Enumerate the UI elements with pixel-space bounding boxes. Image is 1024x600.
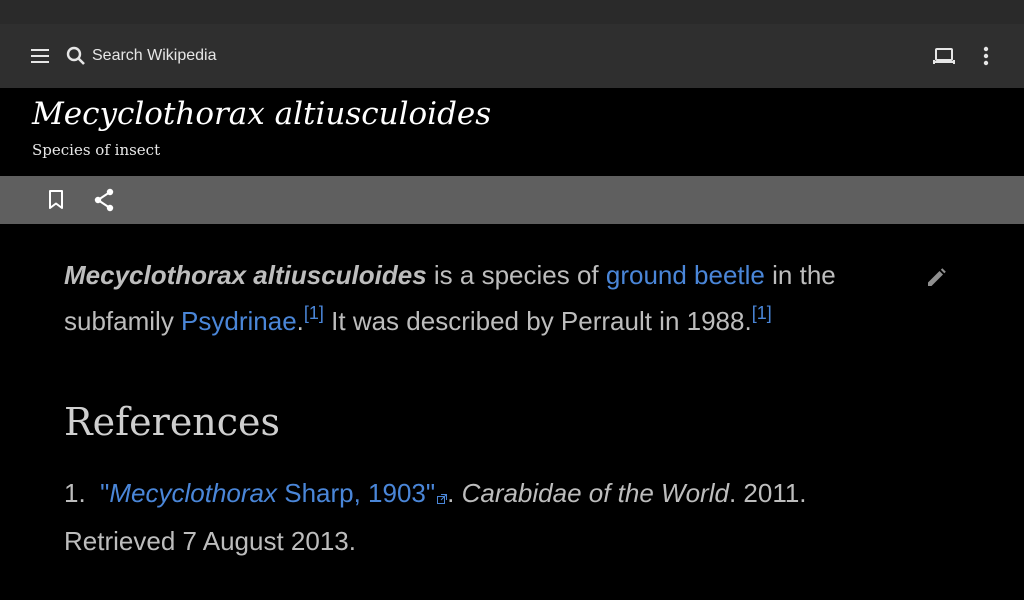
title-block: Mecyclothorax altiusculoides Species of … (0, 88, 1024, 176)
app-bar: Search Wikipedia (0, 24, 1024, 88)
page-subtitle: Species of insect (32, 141, 161, 159)
external-link-icon (437, 472, 448, 518)
menu-icon[interactable] (26, 42, 54, 70)
citation-1[interactable]: [1] (304, 303, 324, 323)
reference-number: 1. (64, 478, 86, 508)
link-ground-beetle[interactable]: ground beetle (606, 260, 765, 290)
edit-pencil-icon[interactable] (922, 264, 950, 292)
bookmark-icon[interactable] (42, 186, 70, 214)
citation-1-second[interactable]: [1] (752, 303, 772, 323)
share-icon[interactable] (90, 186, 118, 214)
link-psydrinae[interactable]: Psydrinae (181, 306, 297, 336)
page-title: Mecyclothorax altiusculoides (32, 96, 492, 132)
reference-link[interactable]: "Mecyclothorax Sharp, 1903" (100, 478, 435, 508)
action-bar (0, 176, 1024, 224)
reference-source: Carabidae of the World (461, 478, 729, 508)
status-bar (0, 0, 1024, 24)
references-heading: References (64, 400, 281, 444)
reference-item: 1. "Mecyclothorax Sharp, 1903". Carabida… (64, 470, 904, 564)
overflow-icon[interactable] (972, 40, 1000, 72)
tabs-icon[interactable] (928, 40, 960, 72)
species-name: Mecyclothorax altiusculoides (64, 260, 427, 290)
lead-paragraph: Mecyclothorax altiusculoides is a specie… (64, 260, 836, 336)
search-icon[interactable] (62, 42, 90, 70)
article-content: Mecyclothorax altiusculoides is a specie… (64, 252, 894, 344)
search-input[interactable]: Search Wikipedia (92, 46, 217, 66)
